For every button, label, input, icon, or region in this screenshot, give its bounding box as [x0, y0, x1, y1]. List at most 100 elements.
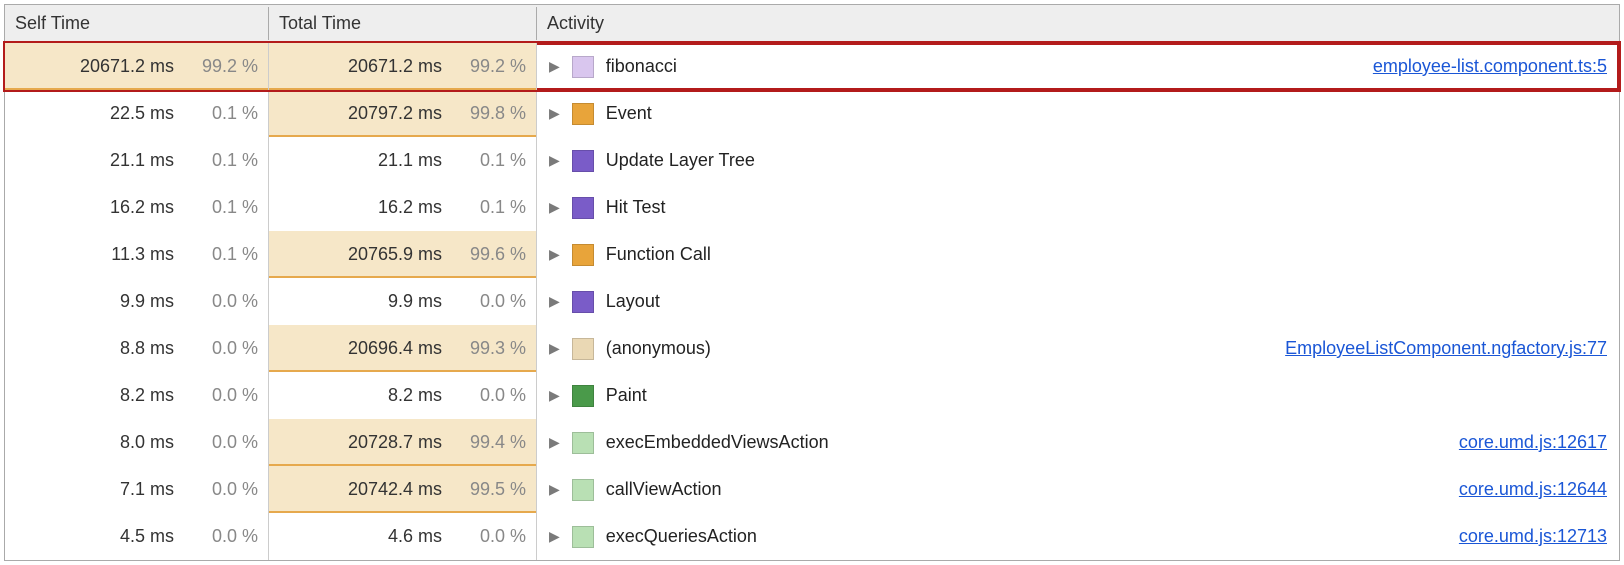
table-row[interactable]: 8.8 ms0.0 %20696.4 ms99.3 % ▶ (anonymous) E…	[5, 325, 1619, 372]
category-swatch-icon	[572, 150, 594, 172]
activity-cell: ▶Function Call	[537, 231, 1619, 278]
time-cell-total: 21.1 ms 0.1 %	[269, 137, 537, 184]
time-cell-total: 20765.9 ms99.6 %	[269, 231, 537, 278]
time-cell-total: 20671.2 ms 99.2 %	[269, 43, 537, 90]
activity-label: Update Layer Tree	[606, 150, 755, 171]
time-ms: 9.9 ms	[120, 291, 174, 312]
time-ms: 4.6 ms	[388, 526, 442, 547]
time-cell-self: 8.8 ms0.0 %	[5, 325, 269, 372]
category-swatch-icon	[572, 432, 594, 454]
time-cell-self: 7.1 ms0.0 %	[5, 466, 269, 513]
time-cell-self: 4.5 ms0.0 %	[5, 513, 269, 560]
activity-cell: ▶ execQueriesAction core.umd.js:12713	[537, 513, 1619, 560]
table-row[interactable]: 4.5 ms0.0 % 4.6 ms 0.0 % ▶ execQueriesAction…	[5, 513, 1619, 560]
disclosure-triangle-icon[interactable]: ▶	[549, 481, 560, 498]
source-link[interactable]: EmployeeListComponent.ngfactory.js:77	[1285, 338, 1607, 359]
time-pct: 99.6 %	[456, 244, 526, 265]
time-cell-self: 16.2 ms0.1 %	[5, 184, 269, 231]
time-ms: 20671.2 ms	[80, 56, 174, 77]
activity-label: Layout	[606, 291, 660, 312]
table-row[interactable]: 16.2 ms0.1 %16.2 ms0.1 %▶Hit Test	[5, 184, 1619, 231]
time-pct: 0.0 %	[188, 291, 258, 312]
time-cell-self: 11.3 ms0.1 %	[5, 231, 269, 278]
time-ms: 9.9 ms	[388, 291, 442, 312]
time-cell-self: 8.0 ms0.0 %	[5, 419, 269, 466]
col-header-total-time[interactable]: Total Time	[269, 7, 537, 40]
time-pct: 0.0 %	[188, 338, 258, 359]
time-pct: 0.0 %	[456, 385, 526, 406]
source-link[interactable]: core.umd.js:12617	[1459, 432, 1607, 453]
table-row[interactable]: 22.5 ms0.1 %20797.2 ms99.8 %▶Event	[5, 90, 1619, 137]
activity-cell: ▶ (anonymous) EmployeeListComponent.ngfact…	[537, 325, 1619, 372]
time-ms: 8.0 ms	[120, 432, 174, 453]
disclosure-triangle-icon[interactable]: ▶	[549, 434, 560, 451]
activity-cell: ▶Hit Test	[537, 184, 1619, 231]
table-row[interactable]: 9.9 ms 0.0 % 9.9 ms 0.0 % ▶ Layout	[5, 278, 1619, 325]
time-ms: 21.1 ms	[378, 150, 442, 171]
time-ms: 20742.4 ms	[348, 479, 442, 500]
time-pct: 0.0 %	[188, 479, 258, 500]
category-swatch-icon	[572, 244, 594, 266]
source-link[interactable]: core.umd.js:12644	[1459, 479, 1607, 500]
table-row[interactable]: 21.1 ms0.1 %21.1 ms0.1 %▶Update Layer Tr…	[5, 137, 1619, 184]
col-header-self-time[interactable]: Self Time	[5, 7, 269, 40]
time-pct: 99.8 %	[456, 103, 526, 124]
disclosure-triangle-icon[interactable]: ▶	[549, 105, 560, 122]
table-body: 20671.2 ms99.2 %20671.2 ms99.2 %▶fibonac…	[5, 43, 1619, 560]
category-swatch-icon	[572, 56, 594, 78]
time-cell-total: 20696.4 ms99.3 %	[269, 325, 537, 372]
disclosure-triangle-icon[interactable]: ▶	[549, 58, 560, 75]
source-link[interactable]: employee-list.component.ts:5	[1373, 56, 1607, 77]
activity-cell: ▶ fibonacci employee-list.component.ts:5	[537, 43, 1619, 90]
table-row[interactable]: 7.1 ms0.0 %20742.4 ms99.5 %▶callViewActi…	[5, 466, 1619, 513]
time-cell-total: 20797.2 ms99.8 %	[269, 90, 537, 137]
time-pct: 99.4 %	[456, 432, 526, 453]
disclosure-triangle-icon[interactable]: ▶	[549, 199, 560, 216]
activity-label: execQueriesAction	[606, 526, 757, 547]
time-ms: 20671.2 ms	[348, 56, 442, 77]
category-swatch-icon	[572, 103, 594, 125]
time-pct: 0.0 %	[456, 291, 526, 312]
disclosure-triangle-icon[interactable]: ▶	[549, 340, 560, 357]
activity-cell: ▶Paint	[537, 372, 1619, 419]
col-header-activity[interactable]: Activity	[537, 7, 1619, 40]
table-row[interactable]: 8.2 ms0.0 %8.2 ms0.0 %▶Paint	[5, 372, 1619, 419]
time-pct: 0.1 %	[456, 150, 526, 171]
disclosure-triangle-icon[interactable]: ▶	[549, 152, 560, 169]
time-cell-self: 21.1 ms0.1 %	[5, 137, 269, 184]
disclosure-triangle-icon[interactable]: ▶	[549, 246, 560, 263]
time-pct: 0.0 %	[188, 526, 258, 547]
time-pct: 0.0 %	[188, 385, 258, 406]
time-ms: 20728.7 ms	[348, 432, 442, 453]
table-row[interactable]: 11.3 ms0.1 %20765.9 ms99.6 %▶Function Ca…	[5, 231, 1619, 278]
time-pct: 0.0 %	[456, 526, 526, 547]
category-swatch-icon	[572, 479, 594, 501]
category-swatch-icon	[572, 338, 594, 360]
time-ms: 11.3 ms	[111, 244, 174, 265]
activity-cell: ▶callViewActioncore.umd.js:12644	[537, 466, 1619, 513]
profiler-table: Self Time Total Time Activity 20671.2 ms…	[4, 4, 1620, 561]
category-swatch-icon	[572, 197, 594, 219]
table-row[interactable]: 8.0 ms0.0 % 20728.7 ms 99.4 % ▶ execEmbedded…	[5, 419, 1619, 466]
table-row[interactable]: 20671.2 ms99.2 %20671.2 ms99.2 %▶fibonac…	[5, 43, 1619, 90]
category-swatch-icon	[572, 291, 594, 313]
disclosure-triangle-icon[interactable]: ▶	[549, 293, 560, 310]
time-ms: 16.2 ms	[378, 197, 442, 218]
disclosure-triangle-icon[interactable]: ▶	[549, 387, 560, 404]
activity-label: execEmbeddedViewsAction	[606, 432, 829, 453]
activity-label: (anonymous)	[606, 338, 711, 359]
disclosure-triangle-icon[interactable]: ▶	[549, 528, 560, 545]
time-cell-self: 9.9 ms 0.0 %	[5, 278, 269, 325]
time-cell-total: 20728.7 ms 99.4 %	[269, 419, 537, 466]
time-cell-total: 8.2 ms0.0 %	[269, 372, 537, 419]
time-pct: 99.2 %	[456, 56, 526, 77]
time-ms: 8.2 ms	[120, 385, 174, 406]
time-ms: 22.5 ms	[110, 103, 174, 124]
activity-label: fibonacci	[606, 56, 677, 77]
time-pct: 0.1 %	[188, 150, 258, 171]
category-swatch-icon	[572, 385, 594, 407]
category-swatch-icon	[572, 526, 594, 548]
activity-cell: ▶ Update Layer Tree	[537, 137, 1619, 184]
source-link[interactable]: core.umd.js:12713	[1459, 526, 1607, 547]
time-cell-self: 8.2 ms 0.0 %	[5, 372, 269, 419]
